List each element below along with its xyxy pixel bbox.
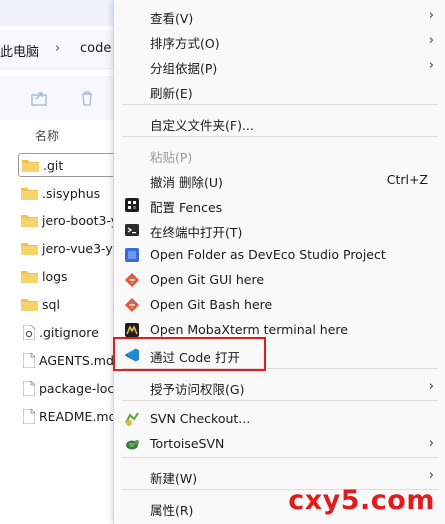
file-name: jero-vue3-yo <box>42 240 121 256</box>
share-icon[interactable] <box>30 89 48 107</box>
menu-item-label: 属性(R) <box>150 503 194 518</box>
chevron-right-icon: › <box>428 8 434 23</box>
menu-item-label: 撤消 删除(U) <box>150 175 223 190</box>
settings-file-icon <box>23 324 35 340</box>
menu-item-label: 新建(W) <box>150 471 198 486</box>
file-name: .git <box>43 157 64 173</box>
menu-item-label: SVN Checkout... <box>150 411 251 426</box>
menu-item-label: 配置 Fences <box>150 200 223 215</box>
menu-item-label: Open Git Bash here <box>150 297 273 312</box>
menu-item-label: TortoiseSVN <box>150 436 225 451</box>
menu-separator <box>122 400 438 401</box>
file-name: jero-boot3-y <box>42 212 119 228</box>
menu-item[interactable]: 分组依据(P) › <box>114 54 445 79</box>
explorer-toolbar <box>0 76 120 120</box>
menu-item[interactable]: Open Git GUI here <box>114 268 445 293</box>
breadcrumb-separator-icon: › <box>55 41 61 56</box>
menu-separator <box>122 104 438 105</box>
menu-item-label: 粘贴(P) <box>150 150 193 165</box>
file-icon <box>23 352 35 368</box>
chevron-right-icon: › <box>428 436 434 451</box>
menu-item[interactable]: Open Git Bash here <box>114 293 445 318</box>
file-row[interactable]: .sisyphus <box>18 181 128 205</box>
column-header-name[interactable]: 名称 <box>35 127 59 144</box>
folder-icon <box>21 298 38 311</box>
watermark-text: cxy5.com <box>288 485 435 516</box>
menu-item-label: 排序方式(O) <box>150 36 220 51</box>
menu-item[interactable]: 撤消 删除(U) Ctrl+Z <box>114 168 445 193</box>
breadcrumb-this-pc[interactable]: 此电脑 <box>0 41 39 60</box>
folder-icon <box>21 242 38 255</box>
menu-item[interactable]: 排序方式(O) › <box>114 29 445 54</box>
folder-icon <box>22 159 39 172</box>
menu-item-label: Open Git GUI here <box>150 272 265 287</box>
file-row[interactable]: sql <box>18 292 128 316</box>
file-row[interactable]: jero-boot3-y <box>18 208 128 232</box>
menu-item[interactable]: 查看(V) › <box>114 4 445 29</box>
file-row[interactable]: AGENTS.md <box>18 348 128 372</box>
file-name: package-loc <box>39 380 115 396</box>
file-icon <box>23 408 35 424</box>
folder-icon <box>21 214 38 227</box>
menu-item-label: 刷新(E) <box>150 86 193 101</box>
folder-icon <box>21 187 38 200</box>
file-row[interactable]: README.md <box>18 404 128 428</box>
menu-separator <box>122 136 438 137</box>
menu-item-label: Open MobaXterm terminal here <box>150 322 348 337</box>
folder-icon <box>21 270 38 283</box>
menu-item-label: Open Folder as DevEco Studio Project <box>150 247 386 262</box>
deveco-icon <box>125 248 139 262</box>
mobaxterm-icon <box>125 323 139 337</box>
file-name: README.md <box>39 408 117 424</box>
menu-item[interactable]: SVN Checkout... <box>114 407 445 432</box>
file-name: logs <box>42 268 68 284</box>
menu-item[interactable]: 在终端中打开(T) <box>114 218 445 243</box>
chevron-right-icon: › <box>428 468 434 483</box>
menu-item[interactable]: 刷新(E) <box>114 79 445 104</box>
menu-item-label: 在终端中打开(T) <box>150 225 243 240</box>
menu-separator <box>122 457 438 458</box>
file-row[interactable]: jero-vue3-yo <box>18 236 128 260</box>
file-row[interactable]: .git <box>18 153 128 177</box>
menu-item-shortcut: Ctrl+Z <box>386 172 428 187</box>
git-gui-icon <box>125 273 139 287</box>
chevron-right-icon: › <box>428 33 434 48</box>
menu-item[interactable]: 配置 Fences <box>114 193 445 218</box>
file-row[interactable]: package-loc <box>18 376 128 400</box>
menu-item-label: 查看(V) <box>150 11 194 26</box>
file-name: .sisyphus <box>42 185 101 201</box>
menu-item[interactable]: 自定义文件夹(F)... <box>114 111 445 136</box>
menu-item-label: 自定义文件夹(F)... <box>150 118 254 133</box>
fences-icon <box>125 198 139 212</box>
file-name: AGENTS.md <box>39 352 114 368</box>
chevron-right-icon: › <box>428 58 434 73</box>
file-row[interactable]: .gitignore <box>18 320 128 344</box>
file-name: .gitignore <box>39 324 99 340</box>
svn-checkout-icon <box>125 412 139 426</box>
menu-item[interactable]: 授予访问权限(G) › <box>114 375 445 400</box>
terminal-icon <box>125 224 139 236</box>
file-row[interactable]: logs <box>18 264 128 288</box>
git-bash-icon <box>125 298 139 312</box>
menu-item-label: 授予访问权限(G) <box>150 382 245 397</box>
chevron-right-icon: › <box>428 379 434 394</box>
menu-item[interactable]: TortoiseSVN › <box>114 432 445 457</box>
menu-item[interactable]: 粘贴(P) <box>114 143 445 168</box>
breadcrumb-code[interactable]: code <box>80 41 111 56</box>
menu-item[interactable]: Open Folder as DevEco Studio Project <box>114 243 445 268</box>
context-menu: 查看(V) › 排序方式(O) › 分组依据(P) › 刷新(E) 自定义文件夹(F)... 粘… <box>113 0 445 524</box>
tortoisesvn-icon <box>126 440 139 450</box>
file-name: sql <box>42 296 60 312</box>
file-icon <box>23 380 35 396</box>
delete-icon[interactable] <box>78 89 96 107</box>
menu-item-label: 分组依据(P) <box>150 61 218 76</box>
highlight-annotation-box <box>113 337 266 371</box>
